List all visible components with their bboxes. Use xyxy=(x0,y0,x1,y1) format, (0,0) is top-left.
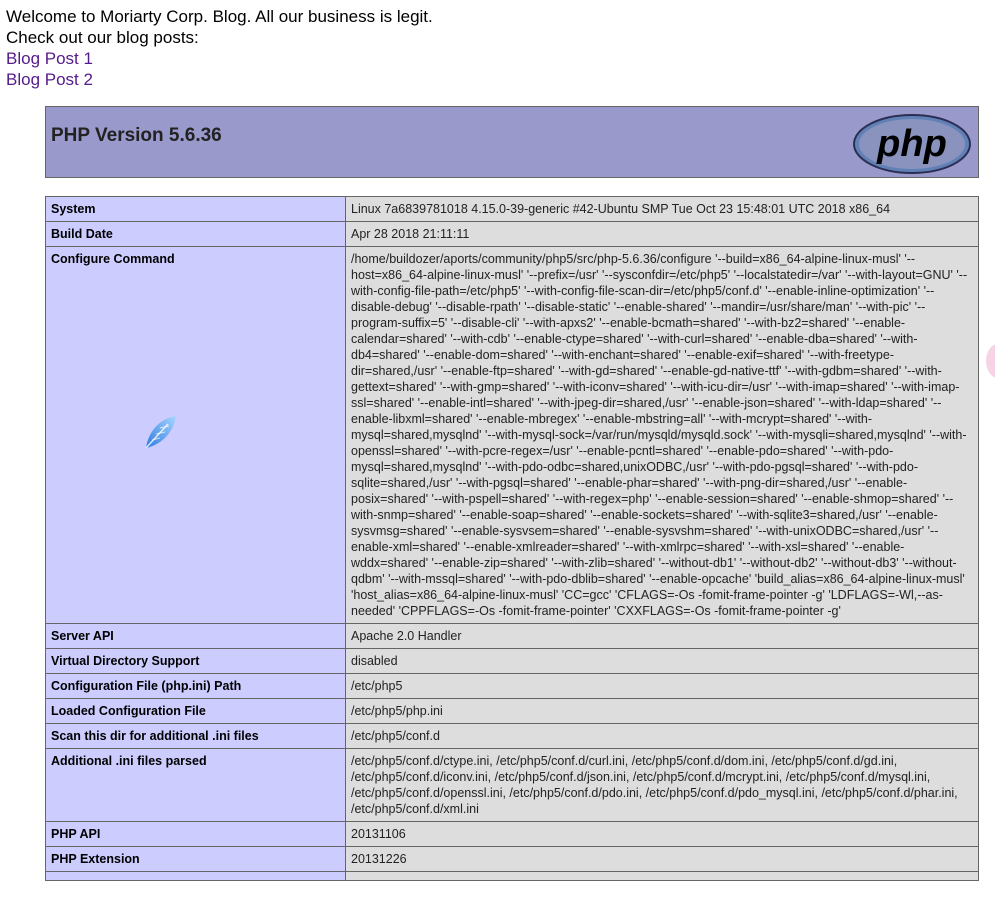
info-value: disabled xyxy=(345,648,979,674)
info-row: PHP API 20131106 xyxy=(45,821,979,847)
info-label: Build Date xyxy=(45,221,346,247)
info-row: Virtual Directory Support disabled xyxy=(45,648,979,674)
intro-section: Welcome to Moriarty Corp. Blog. All our … xyxy=(6,6,433,90)
info-value: /etc/php5/php.ini xyxy=(345,698,979,724)
info-label: Additional .ini files parsed xyxy=(45,748,346,822)
php-logo-text: php xyxy=(876,123,947,165)
info-label: System xyxy=(45,196,346,222)
info-label: Scan this dir for additional .ini files xyxy=(45,723,346,749)
php-logo-icon[interactable]: php xyxy=(852,113,972,175)
info-row: Server API Apache 2.0 Handler xyxy=(45,623,979,649)
info-label xyxy=(45,871,346,881)
info-value: /etc/php5/conf.d/ctype.ini, /etc/php5/co… xyxy=(345,748,979,822)
info-value: Apache 2.0 Handler xyxy=(345,623,979,649)
info-value xyxy=(345,871,979,881)
info-row xyxy=(45,871,979,881)
blog-posts-heading: Check out our blog posts: xyxy=(6,28,199,47)
info-label: Configuration File (php.ini) Path xyxy=(45,673,346,699)
feather-loading-icon xyxy=(145,416,176,449)
info-row: Configure Command/home/buildozer/aports/… xyxy=(45,246,979,624)
info-value: /etc/php5/conf.d xyxy=(345,723,979,749)
blog-post-1-link[interactable]: Blog Post 1 xyxy=(6,48,433,69)
blog-post-2-link[interactable]: Blog Post 2 xyxy=(6,69,433,90)
info-row: PHP Extension 20131226 xyxy=(45,846,979,872)
info-label: Loaded Configuration File xyxy=(45,698,346,724)
info-value: 20131226 xyxy=(345,846,979,872)
info-value: Linux 7a6839781018 4.15.0-39-generic #42… xyxy=(345,196,979,222)
phpinfo-panel: PHP Version 5.6.36 php System Linux 7a683… xyxy=(45,106,979,881)
info-label: PHP API xyxy=(45,821,346,847)
info-row: System Linux 7a6839781018 4.15.0-39-gener… xyxy=(45,196,979,222)
info-label: PHP Extension xyxy=(45,846,346,872)
info-row: Build Date Apr 28 2018 21:11:11 xyxy=(45,221,979,247)
info-value: 20131106 xyxy=(345,821,979,847)
phpinfo-table: System Linux 7a6839781018 4.15.0-39-gener… xyxy=(45,196,979,881)
info-row: Additional .ini files parsed/etc/php5/co… xyxy=(45,748,979,822)
info-row: Configuration File (php.ini) Path/etc/ph… xyxy=(45,673,979,699)
info-value: /home/buildozer/aports/community/php5/sr… xyxy=(345,246,979,624)
edge-decoration xyxy=(986,344,995,378)
phpinfo-header: PHP Version 5.6.36 php xyxy=(45,106,979,178)
info-value: Apr 28 2018 21:11:11 xyxy=(345,221,979,247)
info-label: Configure Command xyxy=(45,246,346,624)
welcome-text: Welcome to Moriarty Corp. Blog. All our … xyxy=(6,7,433,26)
info-label: Server API xyxy=(45,623,346,649)
info-label: Virtual Directory Support xyxy=(45,648,346,674)
php-version-title: PHP Version 5.6.36 xyxy=(51,125,222,146)
info-row: Loaded Configuration File/etc/php5/php.i… xyxy=(45,698,979,724)
info-row: Scan this dir for additional .ini files /… xyxy=(45,723,979,749)
info-value: /etc/php5 xyxy=(345,673,979,699)
